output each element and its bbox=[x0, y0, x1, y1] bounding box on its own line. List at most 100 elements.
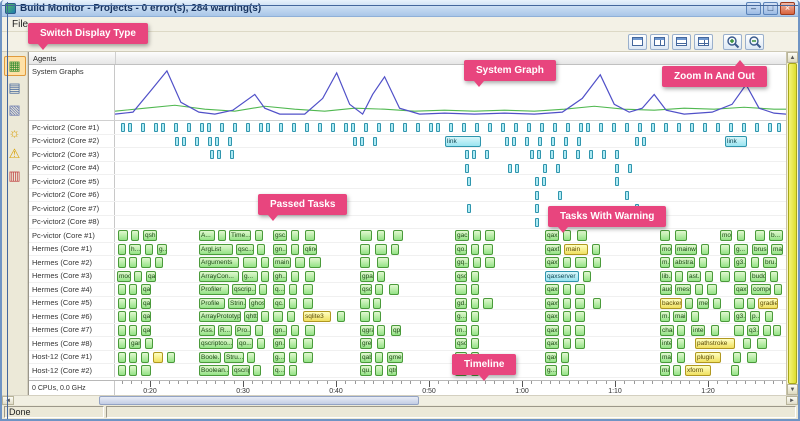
task-bar-passed[interactable]: gn... bbox=[273, 325, 287, 336]
task-bar-remote[interactable] bbox=[220, 123, 224, 132]
task-bar-remote[interactable] bbox=[625, 191, 629, 200]
agent-row-label[interactable]: Host-12 (Core #1) bbox=[29, 351, 115, 364]
task-bar-passed[interactable] bbox=[593, 298, 601, 309]
task-bar-remote[interactable] bbox=[512, 137, 516, 146]
task-bar-passed[interactable] bbox=[575, 284, 585, 295]
task-bar-passed[interactable] bbox=[257, 338, 265, 349]
task-bar-remote[interactable] bbox=[449, 123, 453, 132]
task-bar-passed[interactable] bbox=[118, 325, 126, 336]
task-bar-passed[interactable]: gq... bbox=[455, 257, 469, 268]
task-bar-passed[interactable]: g3... bbox=[734, 257, 746, 268]
task-bar-passed[interactable]: qsc... bbox=[455, 271, 467, 282]
task-bar-remote[interactable] bbox=[200, 123, 204, 132]
task-bar-remote[interactable] bbox=[638, 123, 642, 132]
task-bar-passed[interactable]: qabstr... bbox=[360, 352, 372, 363]
task-bar-passed[interactable] bbox=[141, 257, 151, 268]
task-bar-remote[interactable] bbox=[488, 123, 492, 132]
task-bar-passed[interactable]: g... bbox=[455, 311, 467, 322]
task-bar-remote[interactable] bbox=[602, 150, 606, 159]
task-bar-remote[interactable] bbox=[292, 123, 296, 132]
task-bar-remote[interactable] bbox=[677, 123, 681, 132]
task-bar-passed[interactable] bbox=[303, 352, 313, 363]
task-bar-passed[interactable]: q... bbox=[273, 365, 285, 376]
task-bar-passed[interactable] bbox=[734, 325, 744, 336]
task-bar-passed[interactable]: qhttp bbox=[244, 311, 258, 322]
agent-row-label[interactable]: Pc-victor2 (Core #1) bbox=[29, 121, 115, 134]
task-bar-passed[interactable] bbox=[118, 365, 126, 376]
task-bar-passed[interactable]: ArrayPrototype bbox=[199, 311, 241, 322]
task-bar-passed[interactable] bbox=[129, 352, 137, 363]
task-bar-passed[interactable] bbox=[303, 338, 313, 349]
task-bar-passed[interactable] bbox=[303, 284, 313, 295]
task-bar-passed[interactable] bbox=[691, 311, 699, 322]
task-bar-passed[interactable] bbox=[705, 271, 713, 282]
task-bar-remote[interactable] bbox=[579, 123, 583, 132]
task-bar-remote[interactable] bbox=[589, 150, 593, 159]
task-bar-passed[interactable] bbox=[291, 244, 299, 255]
task-bar-passed[interactable] bbox=[375, 284, 383, 295]
task-bar-passed[interactable]: qaxf... bbox=[545, 244, 561, 255]
agent-row-label[interactable]: Hermes (Core #3) bbox=[29, 270, 115, 283]
task-bar-remote[interactable] bbox=[475, 123, 479, 132]
task-bar-passed[interactable] bbox=[660, 230, 670, 241]
task-bar-passed[interactable] bbox=[375, 352, 383, 363]
task-bar-passed[interactable] bbox=[575, 325, 585, 336]
task-bar-passed[interactable]: gd... bbox=[455, 298, 467, 309]
task-bar-passed[interactable]: messa... bbox=[675, 284, 691, 295]
task-bar-link[interactable]: link bbox=[725, 136, 747, 147]
task-bar-passed[interactable] bbox=[257, 244, 265, 255]
task-bar-warning[interactable]: plugin bbox=[695, 352, 721, 363]
task-bar-warning[interactable]: main bbox=[564, 244, 588, 255]
task-bar-remote[interactable] bbox=[628, 164, 632, 173]
task-bar-warning[interactable]: backend bbox=[660, 298, 682, 309]
task-bar-passed[interactable] bbox=[774, 284, 782, 295]
task-bar-passed[interactable] bbox=[701, 244, 709, 255]
task-bar-remote[interactable] bbox=[542, 177, 546, 186]
agent-row-label[interactable]: Pc-victor2 (Core #2) bbox=[29, 135, 115, 148]
task-bar-remote[interactable] bbox=[318, 123, 322, 132]
task-bar-passed[interactable]: qaxs... bbox=[545, 284, 559, 295]
task-bar-remote[interactable] bbox=[508, 164, 512, 173]
task-bar-passed[interactable] bbox=[360, 244, 370, 255]
task-bar-passed[interactable]: gn... bbox=[273, 244, 287, 255]
task-bar-passed[interactable]: gmenu... bbox=[387, 352, 403, 363]
task-bar-passed[interactable]: qab... bbox=[141, 311, 151, 322]
task-bar-passed[interactable] bbox=[118, 338, 126, 349]
task-bar-passed[interactable]: qab... bbox=[141, 325, 151, 336]
agent-row-label[interactable]: Host-12 (Core #2) bbox=[29, 364, 115, 377]
task-bar-remote[interactable] bbox=[615, 177, 619, 186]
task-bar-passed[interactable] bbox=[289, 352, 297, 363]
task-bar-passed[interactable] bbox=[259, 284, 267, 295]
task-bar-passed[interactable] bbox=[471, 352, 479, 363]
task-bar-passed[interactable] bbox=[720, 311, 730, 322]
task-bar-passed[interactable]: qaxt... bbox=[545, 257, 559, 268]
task-bar-remote[interactable] bbox=[360, 137, 364, 146]
task-bar-passed[interactable] bbox=[375, 365, 383, 376]
task-bar-remote[interactable] bbox=[635, 204, 639, 213]
task-bar-passed[interactable] bbox=[129, 311, 137, 322]
task-bar-passed[interactable] bbox=[563, 311, 571, 322]
task-bar-passed[interactable] bbox=[713, 298, 721, 309]
task-bar-passed[interactable] bbox=[743, 338, 751, 349]
task-bar-remote[interactable] bbox=[472, 150, 476, 159]
task-bar-passed[interactable]: g... bbox=[734, 244, 748, 255]
task-bar-remote[interactable] bbox=[777, 123, 781, 132]
task-bar-passed[interactable] bbox=[755, 230, 765, 241]
task-bar-remote[interactable] bbox=[187, 123, 191, 132]
task-bar-remote[interactable] bbox=[535, 204, 539, 213]
task-bar-passed[interactable] bbox=[295, 257, 305, 268]
task-bar-remote[interactable] bbox=[768, 123, 772, 132]
task-bar-passed[interactable]: b... bbox=[769, 230, 783, 241]
task-bar-passed[interactable] bbox=[734, 271, 746, 282]
task-bar-passed[interactable] bbox=[141, 352, 149, 363]
task-bar-passed[interactable] bbox=[261, 311, 269, 322]
task-bar-remote[interactable] bbox=[377, 123, 381, 132]
task-bar-passed[interactable] bbox=[255, 325, 263, 336]
task-bar-passed[interactable] bbox=[747, 352, 757, 363]
task-bar-passed[interactable] bbox=[305, 271, 315, 282]
horizontal-scroll-thumb[interactable] bbox=[99, 396, 419, 405]
task-bar-remote[interactable] bbox=[577, 137, 581, 146]
task-bar-passed[interactable]: ganm... bbox=[129, 338, 141, 349]
task-bar-passed[interactable]: mainwin... bbox=[675, 244, 697, 255]
task-bar-passed[interactable] bbox=[471, 338, 479, 349]
